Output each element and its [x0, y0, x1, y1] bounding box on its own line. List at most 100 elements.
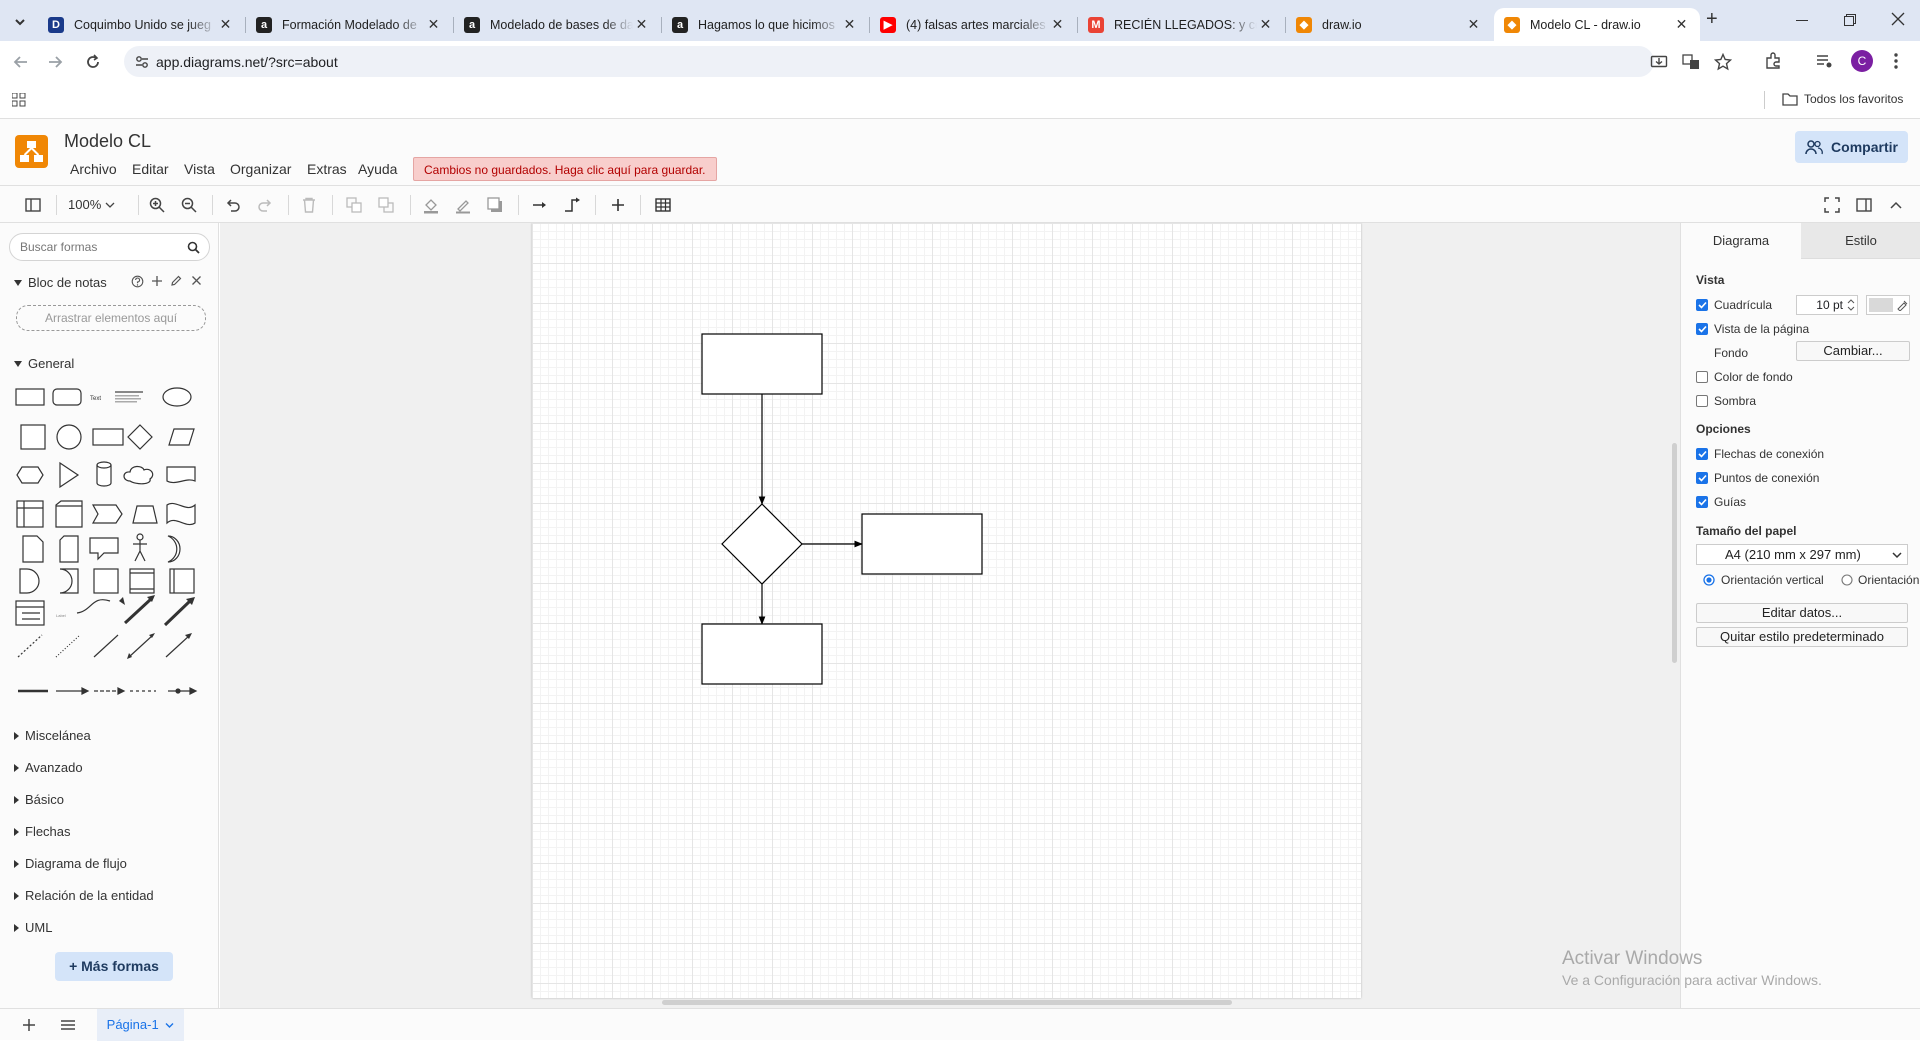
reload-icon[interactable] — [84, 53, 102, 71]
to-back-icon[interactable] — [377, 196, 395, 214]
shape-category[interactable]: Básico — [14, 792, 64, 807]
share-button[interactable]: Compartir — [1795, 131, 1908, 163]
close-tab-icon[interactable]: ✕ — [1465, 16, 1482, 33]
radio-selected-icon[interactable] — [1703, 574, 1715, 586]
browser-tab[interactable]: M RECIÉN LLEGADOS: y con ✕ — [1078, 8, 1284, 41]
pages-menu-icon[interactable] — [60, 1019, 76, 1031]
site-info-icon[interactable] — [134, 54, 150, 70]
bookmark-star-icon[interactable] — [1714, 53, 1732, 71]
menu-item[interactable]: Archivo — [70, 161, 117, 177]
menu-item[interactable]: Organizar — [230, 161, 291, 177]
checkbox-checked-icon[interactable] — [1696, 323, 1708, 335]
horizontal-scrollbar[interactable] — [662, 1000, 1232, 1005]
format-panel-toggle-icon[interactable] — [24, 196, 42, 214]
delete-icon[interactable] — [300, 196, 318, 214]
vertical-scrollbar[interactable] — [1672, 443, 1677, 663]
general-shapes-palette[interactable]: Text Label — [10, 373, 210, 673]
browser-tab[interactable]: ▶ (4) falsas artes marciales ✕ — [870, 8, 1076, 41]
paper-size-select[interactable]: A4 (210 mm x 297 mm) — [1696, 544, 1908, 565]
shape-category[interactable]: Diagrama de flujo — [14, 856, 127, 871]
connection-style-icon[interactable] — [531, 196, 549, 214]
more-shapes-button[interactable]: + Más formas — [55, 952, 173, 981]
checkbox-checked-icon[interactable] — [1696, 299, 1708, 311]
search-shapes-input[interactable]: Buscar formas — [9, 233, 210, 261]
edit-pencil-icon[interactable] — [170, 275, 182, 287]
apps-grid-icon[interactable] — [12, 93, 26, 107]
fill-color-icon[interactable] — [422, 196, 440, 214]
flowchart-diagram[interactable] — [532, 223, 1361, 998]
shape-category[interactable]: Relación de la entidad — [14, 888, 154, 903]
extensions-icon[interactable] — [1764, 52, 1782, 70]
line-color-icon[interactable] — [454, 196, 472, 214]
shape-category[interactable]: Avanzado — [14, 760, 83, 775]
add-page-icon[interactable] — [22, 1018, 36, 1032]
process-rectangle-right[interactable] — [861, 513, 983, 575]
close-tab-icon[interactable]: ✕ — [1257, 16, 1274, 33]
table-icon[interactable] — [654, 196, 672, 214]
browser-menu-icon[interactable] — [1893, 52, 1899, 70]
to-front-icon[interactable] — [345, 196, 363, 214]
decision-diamond[interactable] — [721, 503, 803, 585]
process-rectangle-top[interactable] — [701, 333, 823, 395]
landscape-radio[interactable]: Orientación — [1841, 573, 1919, 587]
zoom-dropdown[interactable]: 100% — [68, 197, 115, 212]
new-tab-button[interactable]: + — [1706, 9, 1726, 30]
radio-unselected-icon[interactable] — [1841, 574, 1853, 586]
redo-icon[interactable] — [256, 196, 274, 214]
tab-diagram[interactable]: Diagrama — [1681, 223, 1801, 259]
checkbox-checked-icon[interactable] — [1696, 472, 1708, 484]
address-bar[interactable]: app.diagrams.net/?src=about — [124, 46, 1732, 77]
all-bookmarks-folder[interactable]: Todos los favoritos — [1782, 92, 1903, 106]
general-section-header[interactable]: General — [14, 356, 74, 371]
search-icon[interactable] — [187, 241, 200, 254]
stepper-icon[interactable] — [1847, 298, 1855, 312]
translate-icon[interactable] — [1682, 53, 1700, 71]
guides-checkbox[interactable]: Guías — [1696, 495, 1746, 509]
menu-item[interactable]: Editar — [132, 161, 169, 177]
shadow-checkbox[interactable]: Sombra — [1696, 394, 1756, 408]
menu-item[interactable]: Extras — [307, 161, 347, 177]
scratchpad-drop-zone[interactable]: Arrastrar elementos aquí — [16, 305, 206, 331]
diagram-canvas[interactable] — [220, 223, 1680, 1008]
change-background-button[interactable]: Cambiar... — [1796, 341, 1910, 361]
process-rectangle-bottom[interactable] — [701, 623, 823, 685]
close-tab-icon[interactable]: ✕ — [217, 16, 234, 33]
collapse-chevron-up-icon[interactable] — [1887, 196, 1905, 214]
close-tab-icon[interactable]: ✕ — [1673, 16, 1690, 33]
scratchpad-section-header[interactable]: Bloc de notas — [14, 275, 107, 290]
restore-window-button[interactable] — [1844, 14, 1856, 26]
close-tab-icon[interactable]: ✕ — [841, 16, 858, 33]
browser-tab[interactable]: a Formación Modelado de ✕ — [246, 8, 452, 41]
grid-color-swatch[interactable] — [1866, 295, 1910, 315]
profile-avatar[interactable]: C — [1851, 50, 1873, 72]
close-window-button[interactable] — [1891, 12, 1905, 26]
clear-default-style-button[interactable]: Quitar estilo predeterminado — [1696, 627, 1908, 647]
edit-data-button[interactable]: Editar datos... — [1696, 603, 1908, 623]
help-icon[interactable] — [131, 275, 144, 288]
edge-styles-palette[interactable] — [12, 683, 202, 699]
document-title[interactable]: Modelo CL — [64, 131, 151, 152]
menu-item[interactable]: Ayuda — [358, 161, 397, 177]
shadow-icon[interactable] — [486, 196, 504, 214]
checkbox-checked-icon[interactable] — [1696, 496, 1708, 508]
media-controls-icon[interactable] — [1815, 52, 1833, 70]
grid-size-input[interactable]: 10 pt — [1796, 295, 1858, 315]
tab-style[interactable]: Estilo — [1801, 223, 1920, 259]
background-color-checkbox[interactable]: Color de fondo — [1696, 370, 1793, 384]
checkbox-unchecked-icon[interactable] — [1696, 395, 1708, 407]
close-tab-icon[interactable]: ✕ — [633, 16, 650, 33]
page-view-checkbox[interactable]: Vista de la página — [1696, 322, 1809, 336]
close-icon[interactable] — [191, 275, 202, 286]
portrait-radio[interactable]: Orientación vertical — [1703, 573, 1824, 587]
install-app-icon[interactable] — [1650, 53, 1668, 71]
forward-icon[interactable] — [46, 53, 64, 71]
browser-tab[interactable]: a Modelado de bases de da ✕ — [454, 8, 660, 41]
zoom-out-icon[interactable] — [180, 196, 198, 214]
shape-category[interactable]: Miscelánea — [14, 728, 91, 743]
unsaved-changes-notice[interactable]: Cambios no guardados. Haga clic aquí par… — [413, 157, 717, 181]
back-icon[interactable] — [12, 53, 30, 71]
undo-icon[interactable] — [224, 196, 242, 214]
url-text[interactable]: app.diagrams.net/?src=about — [156, 54, 338, 70]
close-tab-icon[interactable]: ✕ — [425, 16, 442, 33]
minimize-window-button[interactable] — [1796, 20, 1808, 21]
